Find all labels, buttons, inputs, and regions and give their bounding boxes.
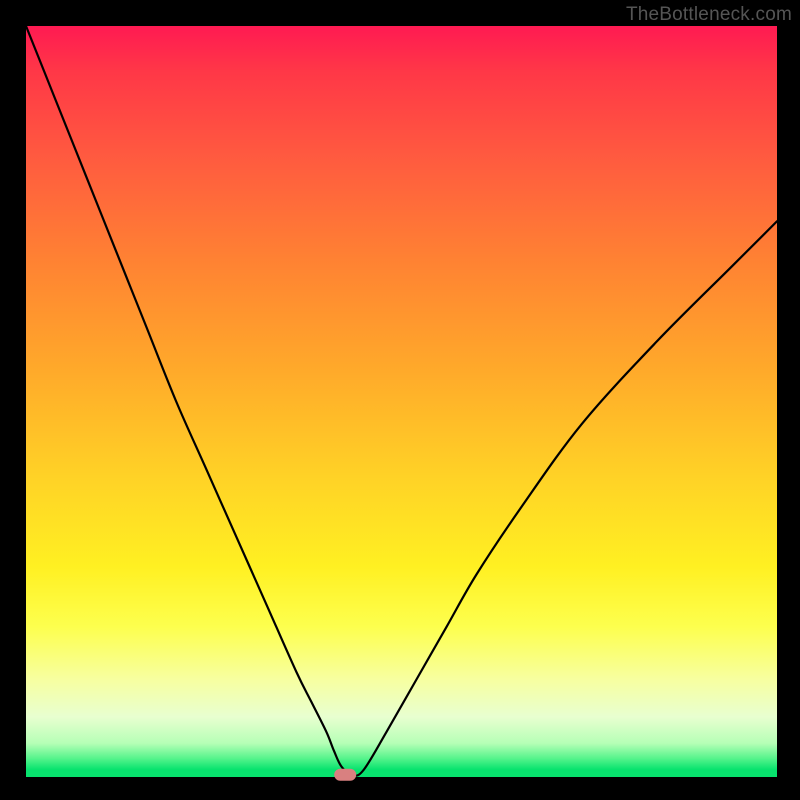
min-marker (334, 769, 356, 781)
curve-svg (26, 26, 777, 777)
chart-frame: TheBottleneck.com (0, 0, 800, 800)
bottleneck-curve (26, 26, 777, 776)
watermark-text: TheBottleneck.com (626, 4, 792, 26)
plot-area (26, 26, 777, 777)
